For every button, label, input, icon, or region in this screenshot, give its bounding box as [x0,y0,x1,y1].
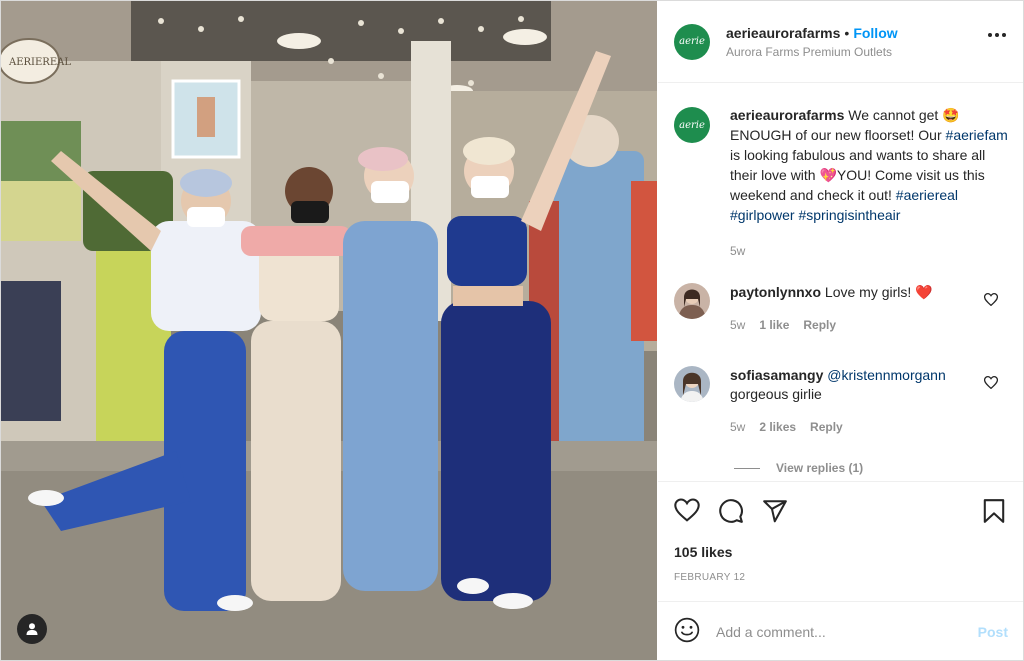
post-details-panel: aerie aerieaurorafarms • Follow Aurora F… [658,1,1023,660]
instagram-post-modal: AERIEREAL aerie aerieaurorafarms • Follo… [0,0,1024,661]
post-photo[interactable]: AERIEREAL [1,1,657,660]
like-comment-heart-icon[interactable] [983,293,999,311]
comment-item: sofiasamangy @kristennmorgann gorgeous g… [674,366,1014,437]
comment-input[interactable] [716,624,978,640]
comment-bubble-icon[interactable] [718,498,744,529]
caption-avatar[interactable]: aerie [674,107,710,143]
caption-timestamp[interactable]: 5w [730,241,1014,261]
like-comment-heart-icon[interactable] [983,376,999,394]
avatar[interactable] [674,366,710,402]
bookmark-icon[interactable] [982,498,1006,529]
hashtag-link[interactable]: #springisintheair [798,207,900,223]
caption-username[interactable]: aerieaurorafarms [730,107,844,123]
post-caption: aerie aerieaurorafarms We cannot get 🤩 E… [674,105,1014,261]
view-replies-label: View replies (1) [776,461,864,475]
reply-button[interactable]: Reply [803,316,836,335]
view-replies-button[interactable]: View replies (1) [734,461,863,475]
post-button[interactable]: Post [978,624,1008,640]
comment-username[interactable]: sofiasamangy [730,367,823,383]
avatar[interactable] [674,283,710,319]
comment-text: gorgeous girlie [730,386,822,402]
comment-item: paytonlynnxo Love my girls! ❤️ 5w 1 like… [674,283,1014,335]
likes-count[interactable]: 105 likes [674,544,732,560]
heart-emoji: 💖 [819,167,837,183]
post-header: aerie aerieaurorafarms • Follow Aurora F… [658,1,1023,83]
post-actions: 105 likes FEBRUARY 12 [658,481,1023,601]
comment-likes[interactable]: 2 likes [759,418,796,437]
post-location[interactable]: Aurora Farms Premium Outlets [726,45,898,59]
account-avatar[interactable]: aerie [674,23,710,60]
caption-text: We cannot get [848,107,943,123]
user-tags-button[interactable] [17,614,47,644]
heart-icon[interactable] [674,498,700,527]
logo-text: aerie [679,119,705,131]
separator-dot: • [844,24,850,41]
reply-button[interactable]: Reply [810,418,843,437]
comments-section[interactable]: aerie aerieaurorafarms We cannot get 🤩 E… [658,83,1023,481]
hashtag-link[interactable]: #aeriereal [896,187,958,203]
divider-line [734,467,760,469]
mention-link[interactable]: @kristennmorgann [827,367,946,383]
heart-emoji: ❤️ [915,284,933,300]
post-date[interactable]: FEBRUARY 12 [674,572,745,583]
add-comment-bar: Post [658,601,1023,660]
logo-text: aerie [679,36,705,47]
paper-plane-icon[interactable] [762,498,788,529]
follow-button[interactable]: Follow [853,25,897,41]
star-eyes-emoji: 🤩 [942,107,960,123]
comment-username[interactable]: paytonlynnxo [730,284,821,300]
hashtag-link[interactable]: #girlpower [730,207,795,223]
account-username[interactable]: aerieaurorafarms [726,25,840,41]
hashtag-link[interactable]: #aeriefam [946,127,1008,143]
store-photo-illustration: AERIEREAL [1,1,657,660]
caption-text: ENOUGH of our new floorset! Our [730,127,942,143]
comment-text: Love my girls! [824,284,912,300]
user-tag-icon [26,623,38,635]
store-sign-text: AERIEREAL [8,57,71,68]
comment-timestamp[interactable]: 5w [730,418,745,437]
comment-timestamp[interactable]: 5w [730,316,745,335]
comment-likes[interactable]: 1 like [759,316,789,335]
smiley-icon[interactable] [674,617,700,648]
more-options-icon[interactable] [988,33,1006,37]
